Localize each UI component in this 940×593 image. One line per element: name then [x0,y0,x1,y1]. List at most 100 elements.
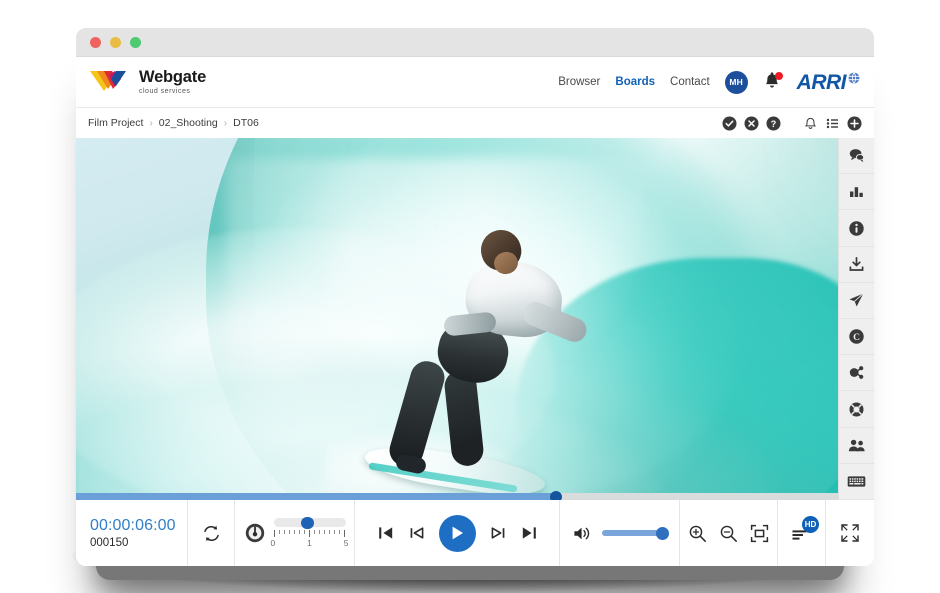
svg-text:?: ? [770,119,776,129]
breadcrumb: Film Project › 02_Shooting › DT06 [88,117,259,129]
playback-speed-group: 0 1 5 [235,500,355,566]
viewer-body: C [76,138,874,500]
window-maximize-button[interactable] [130,37,141,48]
step-forward-icon[interactable] [489,524,507,542]
breadcrumb-separator-1: › [224,118,227,129]
brand-text: Webgate cloud services [139,69,206,95]
bell-alert-icon[interactable] [802,115,818,131]
webgate-w-logo-icon [88,69,130,96]
speed-scale-labels: 0 1 5 [270,538,350,548]
speed-label-min: 0 [271,538,276,548]
brand-name: Webgate [139,69,206,86]
zoom-in-icon[interactable] [688,524,707,543]
comments-icon [848,147,865,164]
playback-progress-fill [76,493,556,500]
skip-to-start-icon[interactable] [377,524,395,542]
sidebar-item-download[interactable] [839,247,875,283]
frame-number-display[interactable]: 000150 [90,537,128,549]
volume-speaker-icon[interactable] [573,525,593,542]
breadcrumb-bar: Film Project › 02_Shooting › DT06 [76,107,874,138]
sidebar-item-comments[interactable] [839,138,875,174]
pending-question-icon[interactable]: ? [765,115,781,131]
play-button[interactable] [439,515,476,552]
add-plus-icon[interactable] [846,115,862,131]
list-view-icon[interactable] [824,115,840,131]
sidebar-item-send[interactable] [839,283,875,319]
quality-hd-badge: HD [802,516,819,533]
volume-slider[interactable] [602,530,666,536]
breadcrumb-separator-0: › [149,118,152,129]
surfer-figure [326,218,626,500]
main-nav: Browser Boards Contact MH ARRI [558,71,860,94]
volume-group [560,500,680,566]
share-nodes-icon [848,364,865,381]
browser-window: Webgate cloud services Browser Boards Co… [76,28,874,566]
approve-check-icon[interactable] [721,115,737,131]
speed-label-mid: 1 [307,538,312,548]
speed-slider-track[interactable] [274,518,346,527]
skip-to-end-icon[interactable] [520,524,538,542]
send-share-icon [848,292,865,309]
sidebar-item-users[interactable] [839,428,875,464]
sidebar-item-share[interactable] [839,355,875,391]
notification-badge-dot [775,72,783,80]
app-header: Webgate cloud services Browser Boards Co… [76,57,874,107]
playback-speed-slider[interactable]: 0 1 5 [274,518,346,548]
quality-group[interactable]: HD [778,500,826,566]
speed-scale-ticks [274,530,346,537]
volume-slider-knob[interactable] [656,527,669,540]
breadcrumb-item-1[interactable]: 02_Shooting [159,117,218,129]
fullscreen-group[interactable] [826,500,874,566]
svg-text:C: C [853,333,860,343]
tools-sidebar: C [838,138,874,500]
breadcrumb-item-2[interactable]: DT06 [233,117,259,129]
sidebar-item-keyboard[interactable] [839,464,875,500]
window-minimize-button[interactable] [110,37,121,48]
breadcrumb-item-0[interactable]: Film Project [88,117,143,129]
statistics-bars-icon [848,183,865,200]
window-titlebar [76,28,874,57]
zoom-out-icon[interactable] [719,524,738,543]
transport-controls-group [355,500,560,566]
sidebar-item-statistics[interactable] [839,174,875,210]
reject-close-icon[interactable] [743,115,759,131]
breadcrumb-tools: ? [721,115,862,131]
globe-registered-icon [848,72,860,84]
speed-label-max: 5 [344,538,349,548]
step-backward-icon[interactable] [408,524,426,542]
loop-group [188,500,235,566]
users-group-icon [848,437,866,454]
fit-to-frame-icon[interactable] [750,524,769,543]
keyboard-shortcuts-icon [847,475,866,488]
timecode-group: 00:00:06:00 000150 [76,500,188,566]
brand-logo[interactable]: Webgate cloud services [88,69,206,96]
playback-progress-handle[interactable] [550,491,562,501]
window-close-button[interactable] [90,37,101,48]
nav-item-contact[interactable]: Contact [670,76,710,88]
timecode-display[interactable]: 00:00:06:00 [90,517,176,535]
screenshot-stage: Webgate cloud services Browser Boards Co… [0,0,940,593]
play-icon [450,525,465,541]
loop-repeat-icon[interactable] [201,523,222,544]
sidebar-item-copyright[interactable]: C [839,319,875,355]
speed-slider-knob[interactable] [301,517,314,529]
video-player-surface[interactable] [76,138,838,500]
nav-item-boards[interactable]: Boards [615,76,655,88]
view-tools-group [680,500,778,566]
copyright-icon: C [848,328,865,345]
playback-speed-dial-icon[interactable] [244,522,266,544]
player-controls-bar: 00:00:06:00 000150 [76,500,874,566]
playback-progress-bar[interactable] [76,493,838,500]
brand-subtitle: cloud services [139,88,206,95]
sidebar-item-info[interactable] [839,210,875,246]
nav-item-browser[interactable]: Browser [558,76,600,88]
info-icon [848,220,865,237]
fullscreen-expand-icon[interactable] [840,523,860,543]
avatar[interactable]: MH [725,71,748,94]
lifebuoy-support-icon [848,401,865,418]
arri-logo-text: ARRI [797,72,846,93]
download-icon [848,256,865,273]
sidebar-item-support[interactable] [839,391,875,427]
notification-bell-button[interactable] [763,72,782,93]
arri-partner-logo[interactable]: ARRI [797,72,860,93]
